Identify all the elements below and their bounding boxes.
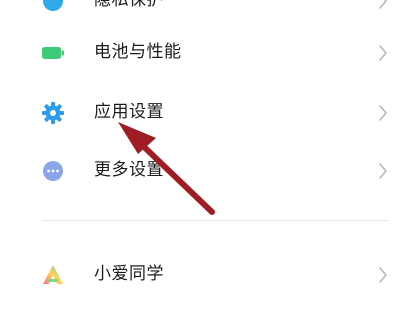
chevron-right-icon [379,267,387,283]
settings-list: 隐私保护 电池与性能 应用设置 更多设置 小爱同学 [0,0,404,320]
chevron-right-icon [379,163,387,179]
more-dots-icon [43,161,63,181]
settings-item-label: 小爱同学 [94,264,164,284]
chevron-right-icon [379,45,387,61]
chevron-right-icon [379,0,387,9]
privacy-shield-icon [43,0,63,11]
settings-item-xiaoai[interactable]: 小爱同学 [0,246,404,304]
settings-item-label: 隐私保护 [94,0,164,10]
xiaoai-icon [43,265,63,284]
settings-item-label: 更多设置 [94,160,164,180]
settings-item-battery[interactable]: 电池与性能 [0,24,404,82]
battery-icon [42,47,64,59]
settings-item-more-settings[interactable]: 更多设置 [0,142,404,200]
settings-item-label: 应用设置 [94,102,164,122]
settings-item-app-settings[interactable]: 应用设置 [0,84,404,142]
section-divider [42,220,388,221]
gear-icon [42,102,64,124]
chevron-right-icon [379,105,387,121]
settings-item-label: 电池与性能 [94,42,182,62]
